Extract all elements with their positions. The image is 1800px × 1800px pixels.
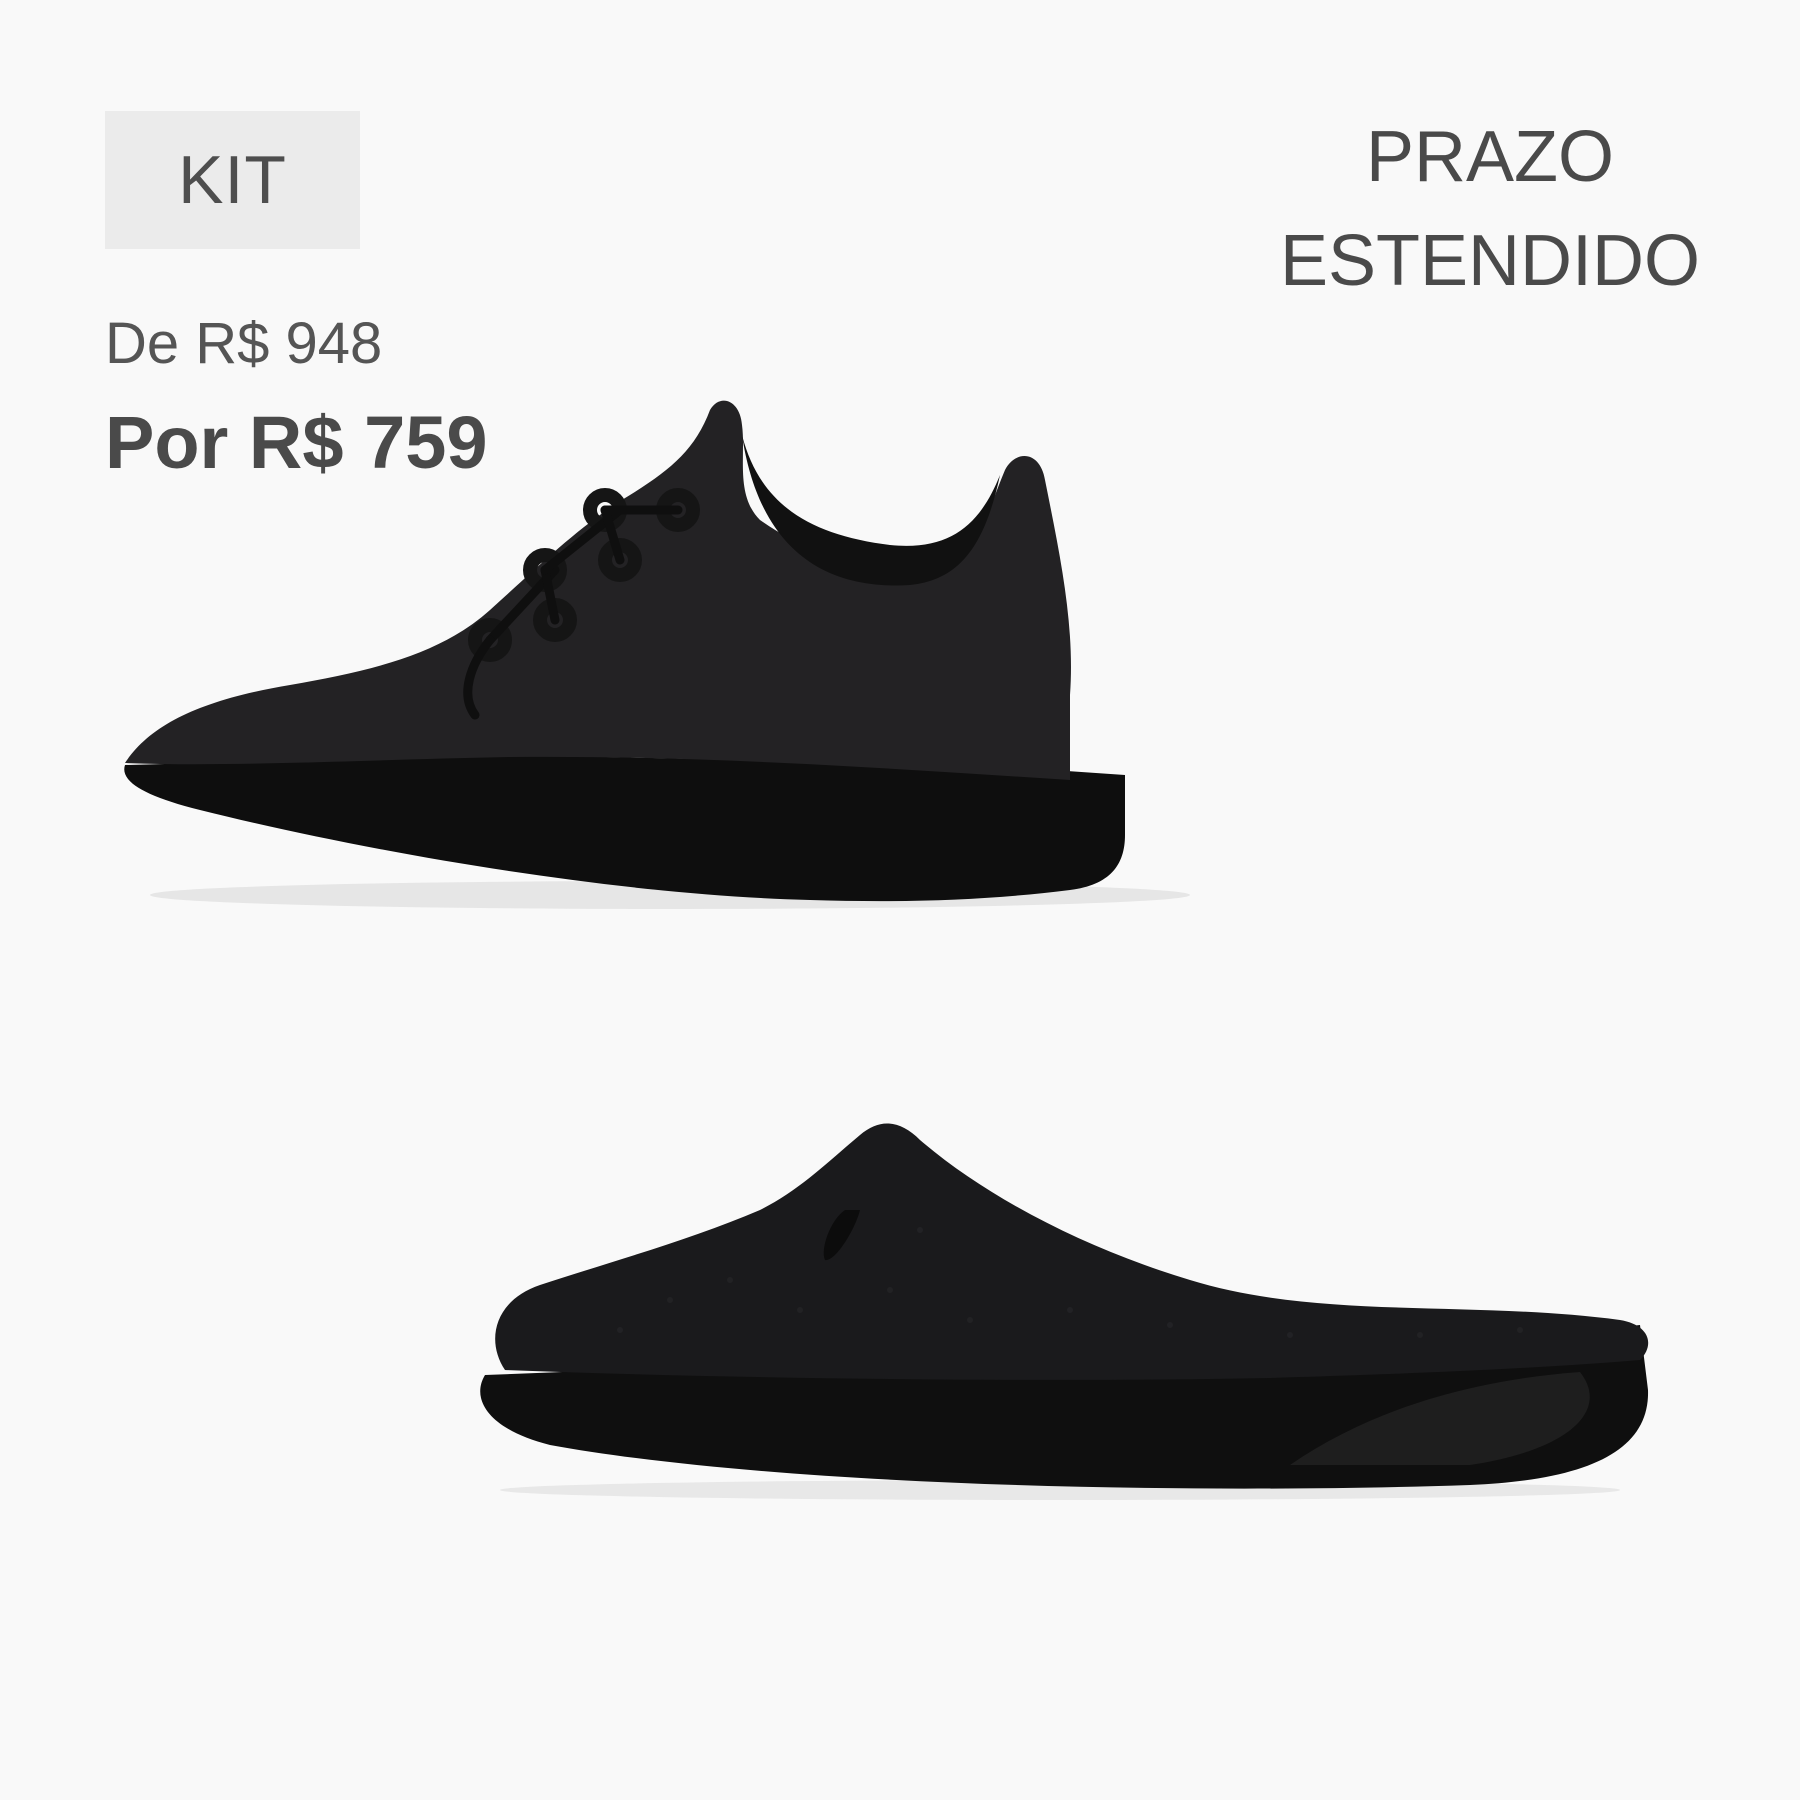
- original-price: De R$ 948: [105, 311, 383, 376]
- wool-sneaker-image: [110, 395, 1220, 935]
- promo-line-1: PRAZO: [1365, 117, 1615, 197]
- kit-label: KIT: [178, 142, 287, 218]
- knit-mule-image: [470, 1110, 1660, 1510]
- promo-line-2: ESTENDIDO: [1279, 221, 1701, 301]
- extended-term-label: PRAZO ESTENDIDO: [1230, 105, 1750, 313]
- kit-badge: KIT: [105, 111, 360, 249]
